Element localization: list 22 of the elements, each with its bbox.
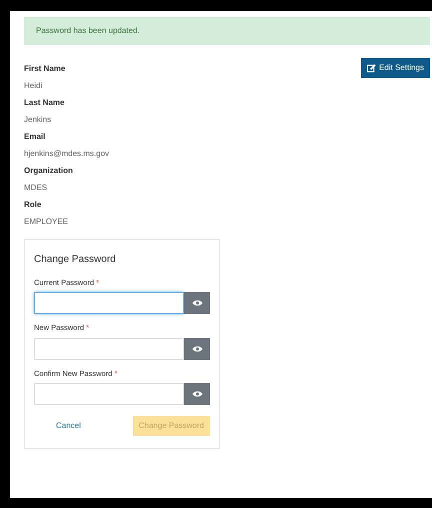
show-password-button[interactable] <box>184 382 210 405</box>
card-title: Change Password <box>34 253 117 267</box>
field-label: Role <box>24 199 42 211</box>
edit-icon <box>367 64 376 72</box>
field-label: Organization <box>24 165 74 177</box>
field-value: MDES <box>24 182 48 194</box>
show-password-button[interactable] <box>184 338 210 360</box>
field-label: Last Name <box>24 97 66 109</box>
password-field[interactable] <box>34 292 184 314</box>
field-label: Email <box>24 131 46 143</box>
field-label: First Name <box>24 63 66 75</box>
success-alert: Password has been updated. <box>24 17 430 45</box>
eye-icon <box>192 344 202 352</box>
edit-settings-button[interactable]: Edit Settings <box>361 58 430 78</box>
show-password-button[interactable] <box>184 292 210 314</box>
field-value: Jenkins <box>24 114 52 126</box>
cancel-link[interactable]: Cancel <box>56 420 81 432</box>
eye-icon <box>192 299 202 308</box>
field-value: Heidi <box>24 80 44 92</box>
field-value: hjenkins@mdes.ms.gov <box>24 148 110 160</box>
field-value: EMPLOYEE <box>24 216 70 228</box>
eye-icon <box>192 390 202 398</box>
